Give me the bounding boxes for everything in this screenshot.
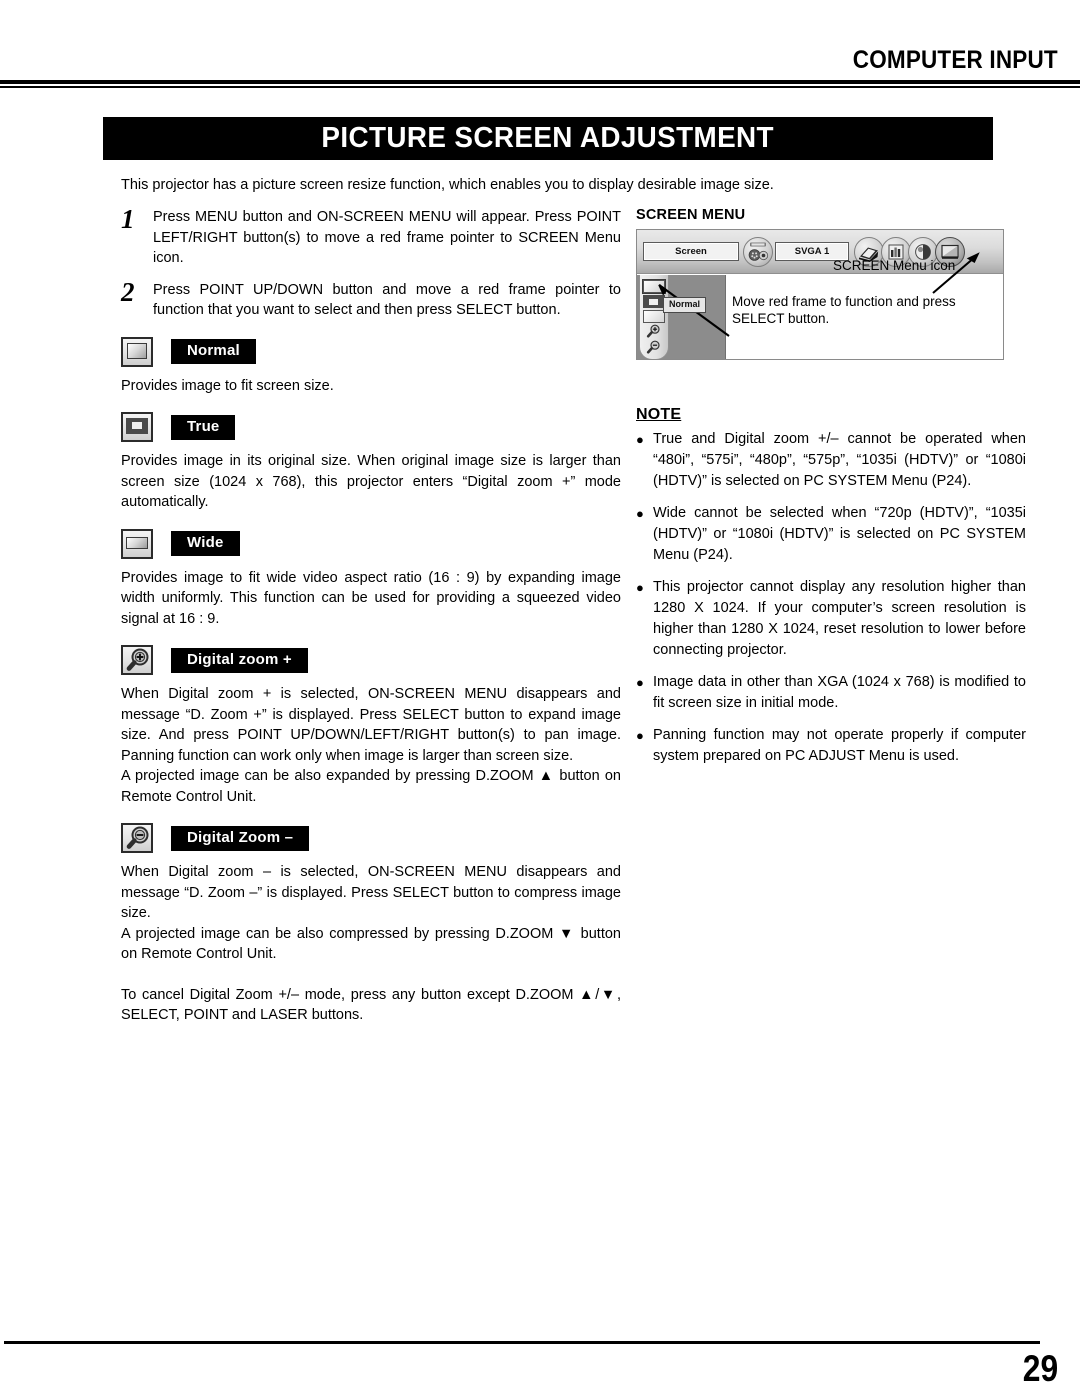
function-digital-zoom-plus-label: Digital zoom + (171, 647, 308, 673)
left-column: 1 Press MENU button and ON-SCREEN MENU w… (121, 204, 621, 1026)
function-true-paragraph-1: Provides image in its original size. Whe… (121, 453, 621, 510)
section-title-banner: PICTURE SCREEN ADJUSTMENT (103, 117, 993, 160)
intro-paragraph: This projector has a picture screen resi… (121, 177, 774, 193)
note-block: NOTE ● True and Digital zoom +/– cannot … (636, 406, 1026, 767)
function-digital-zoom-plus: Digital zoom + When Digital zoom + is se… (121, 643, 621, 807)
note-heading: NOTE (636, 406, 682, 423)
on-screen-menu-illustration: Screen SVGA 1 Normal SCREEN Menu icon Mo… (636, 229, 1004, 360)
magnifier-plus-icon (121, 645, 153, 675)
sidebar-item-magnifier-minus-icon[interactable] (645, 340, 663, 355)
function-wide-head: Wide (121, 527, 621, 561)
note-bullet-icon: ● (636, 432, 644, 447)
function-normal-head: Normal (121, 335, 621, 369)
note-item-text: True and Digital zoom +/– cannot be oper… (653, 431, 1026, 489)
note-item: ● True and Digital zoom +/– cannot be op… (636, 429, 1026, 492)
page-header-title: COMPUTER INPUT (852, 46, 1058, 74)
function-normal: Normal Provides image to fit screen size… (121, 335, 621, 397)
screen-menu-heading: SCREEN MENU (636, 207, 746, 223)
function-true: True Provides image in its original size… (121, 410, 621, 513)
step-2-text: Press POINT UP/DOWN button and move a re… (153, 281, 621, 319)
function-wide-label: Wide (171, 531, 240, 556)
callout-screen-menu-icon-label: SCREEN Menu icon (833, 258, 956, 273)
osd-tooltip-normal: Normal (663, 297, 707, 313)
function-digital-zoom-minus-label: Digital Zoom – (171, 825, 310, 851)
sidebar-item-screen-wide-icon[interactable] (643, 310, 665, 323)
screen-normal-icon (121, 336, 153, 367)
sidebar-item-magnifier-plus-icon[interactable] (645, 324, 663, 339)
function-digital-zoom-minus-paragraph-1: When Digital zoom – is selected, ON-SCRE… (121, 864, 621, 921)
step-1: 1 Press MENU button and ON-SCREEN MENU w… (121, 204, 621, 269)
note-bullet-icon: ● (636, 506, 644, 521)
function-true-label: True (171, 414, 236, 440)
right-column: SCREEN MENU Screen SVGA 1 Normal SCREEN … (636, 207, 1026, 778)
header-rule-thin (0, 86, 1080, 88)
input-connector-icon[interactable] (743, 236, 773, 267)
note-item: ● This projector cannot display any reso… (636, 577, 1026, 661)
note-item-text: Wide cannot be selected when “720p (HDTV… (653, 505, 1026, 563)
magnifier-minus-icon (121, 823, 153, 853)
note-bullet-icon: ● (636, 675, 644, 690)
page-header: COMPUTER INPUT (0, 0, 1080, 88)
note-item: ● Panning function may not operate prope… (636, 725, 1026, 767)
step-2-number: 2 (121, 276, 135, 307)
note-bullet-icon: ● (636, 728, 644, 743)
note-item-text: Panning function may not operate properl… (653, 727, 1026, 764)
callout-move-red-frame-label: Move red frame to function and press SEL… (732, 294, 956, 326)
closing-paragraph: To cancel Digital Zoom +/– mode, press a… (121, 986, 621, 1024)
note-item: ● Image data in other than XGA (1024 x 7… (636, 672, 1026, 714)
sidebar-item-screen-true-icon[interactable] (643, 295, 665, 308)
note-item-text: This projector cannot display any resolu… (653, 579, 1026, 658)
function-digital-zoom-plus-head: Digital zoom + (121, 643, 621, 677)
function-wide-paragraph-1: Provides image to fit wide video aspect … (121, 569, 621, 627)
section-title: PICTURE SCREEN ADJUSTMENT (321, 122, 775, 154)
function-digital-zoom-minus-head: Digital Zoom – (121, 821, 621, 855)
header-rule-thick (0, 80, 1080, 84)
note-item-text: Image data in other than XGA (1024 x 768… (653, 674, 1026, 711)
page-number: 29 (1022, 1348, 1058, 1389)
function-normal-label: Normal (171, 339, 256, 364)
screen-true-icon (121, 412, 153, 442)
step-1-text: Press MENU button and ON-SCREEN MENU wil… (153, 209, 621, 266)
osd-sidebar (639, 275, 669, 359)
function-wide: Wide Provides image to fit wide video as… (121, 527, 621, 630)
function-digital-zoom-plus-paragraph-2: A projected image can be also expanded b… (121, 768, 621, 805)
footer-rule (4, 1341, 1040, 1344)
function-true-head: True (121, 410, 621, 444)
note-bullet-icon: ● (636, 580, 644, 595)
function-digital-zoom-minus: Digital Zoom – When Digital zoom – is se… (121, 821, 621, 965)
sidebar-item-screen-normal-icon[interactable] (642, 279, 666, 294)
note-item: ● Wide cannot be selected when “720p (HD… (636, 503, 1026, 566)
step-1-number: 1 (121, 204, 135, 234)
function-digital-zoom-plus-paragraph-1: When Digital zoom + is selected, ON-SCRE… (121, 686, 621, 764)
function-digital-zoom-minus-paragraph-2: A projected image can be also compressed… (121, 925, 621, 963)
osd-screen-field: Screen (643, 242, 739, 261)
step-2: 2 Press POINT UP/DOWN button and move a … (121, 276, 621, 321)
function-normal-paragraph-1: Provides image to fit screen size. (121, 377, 334, 394)
screen-wide-icon (121, 528, 153, 559)
